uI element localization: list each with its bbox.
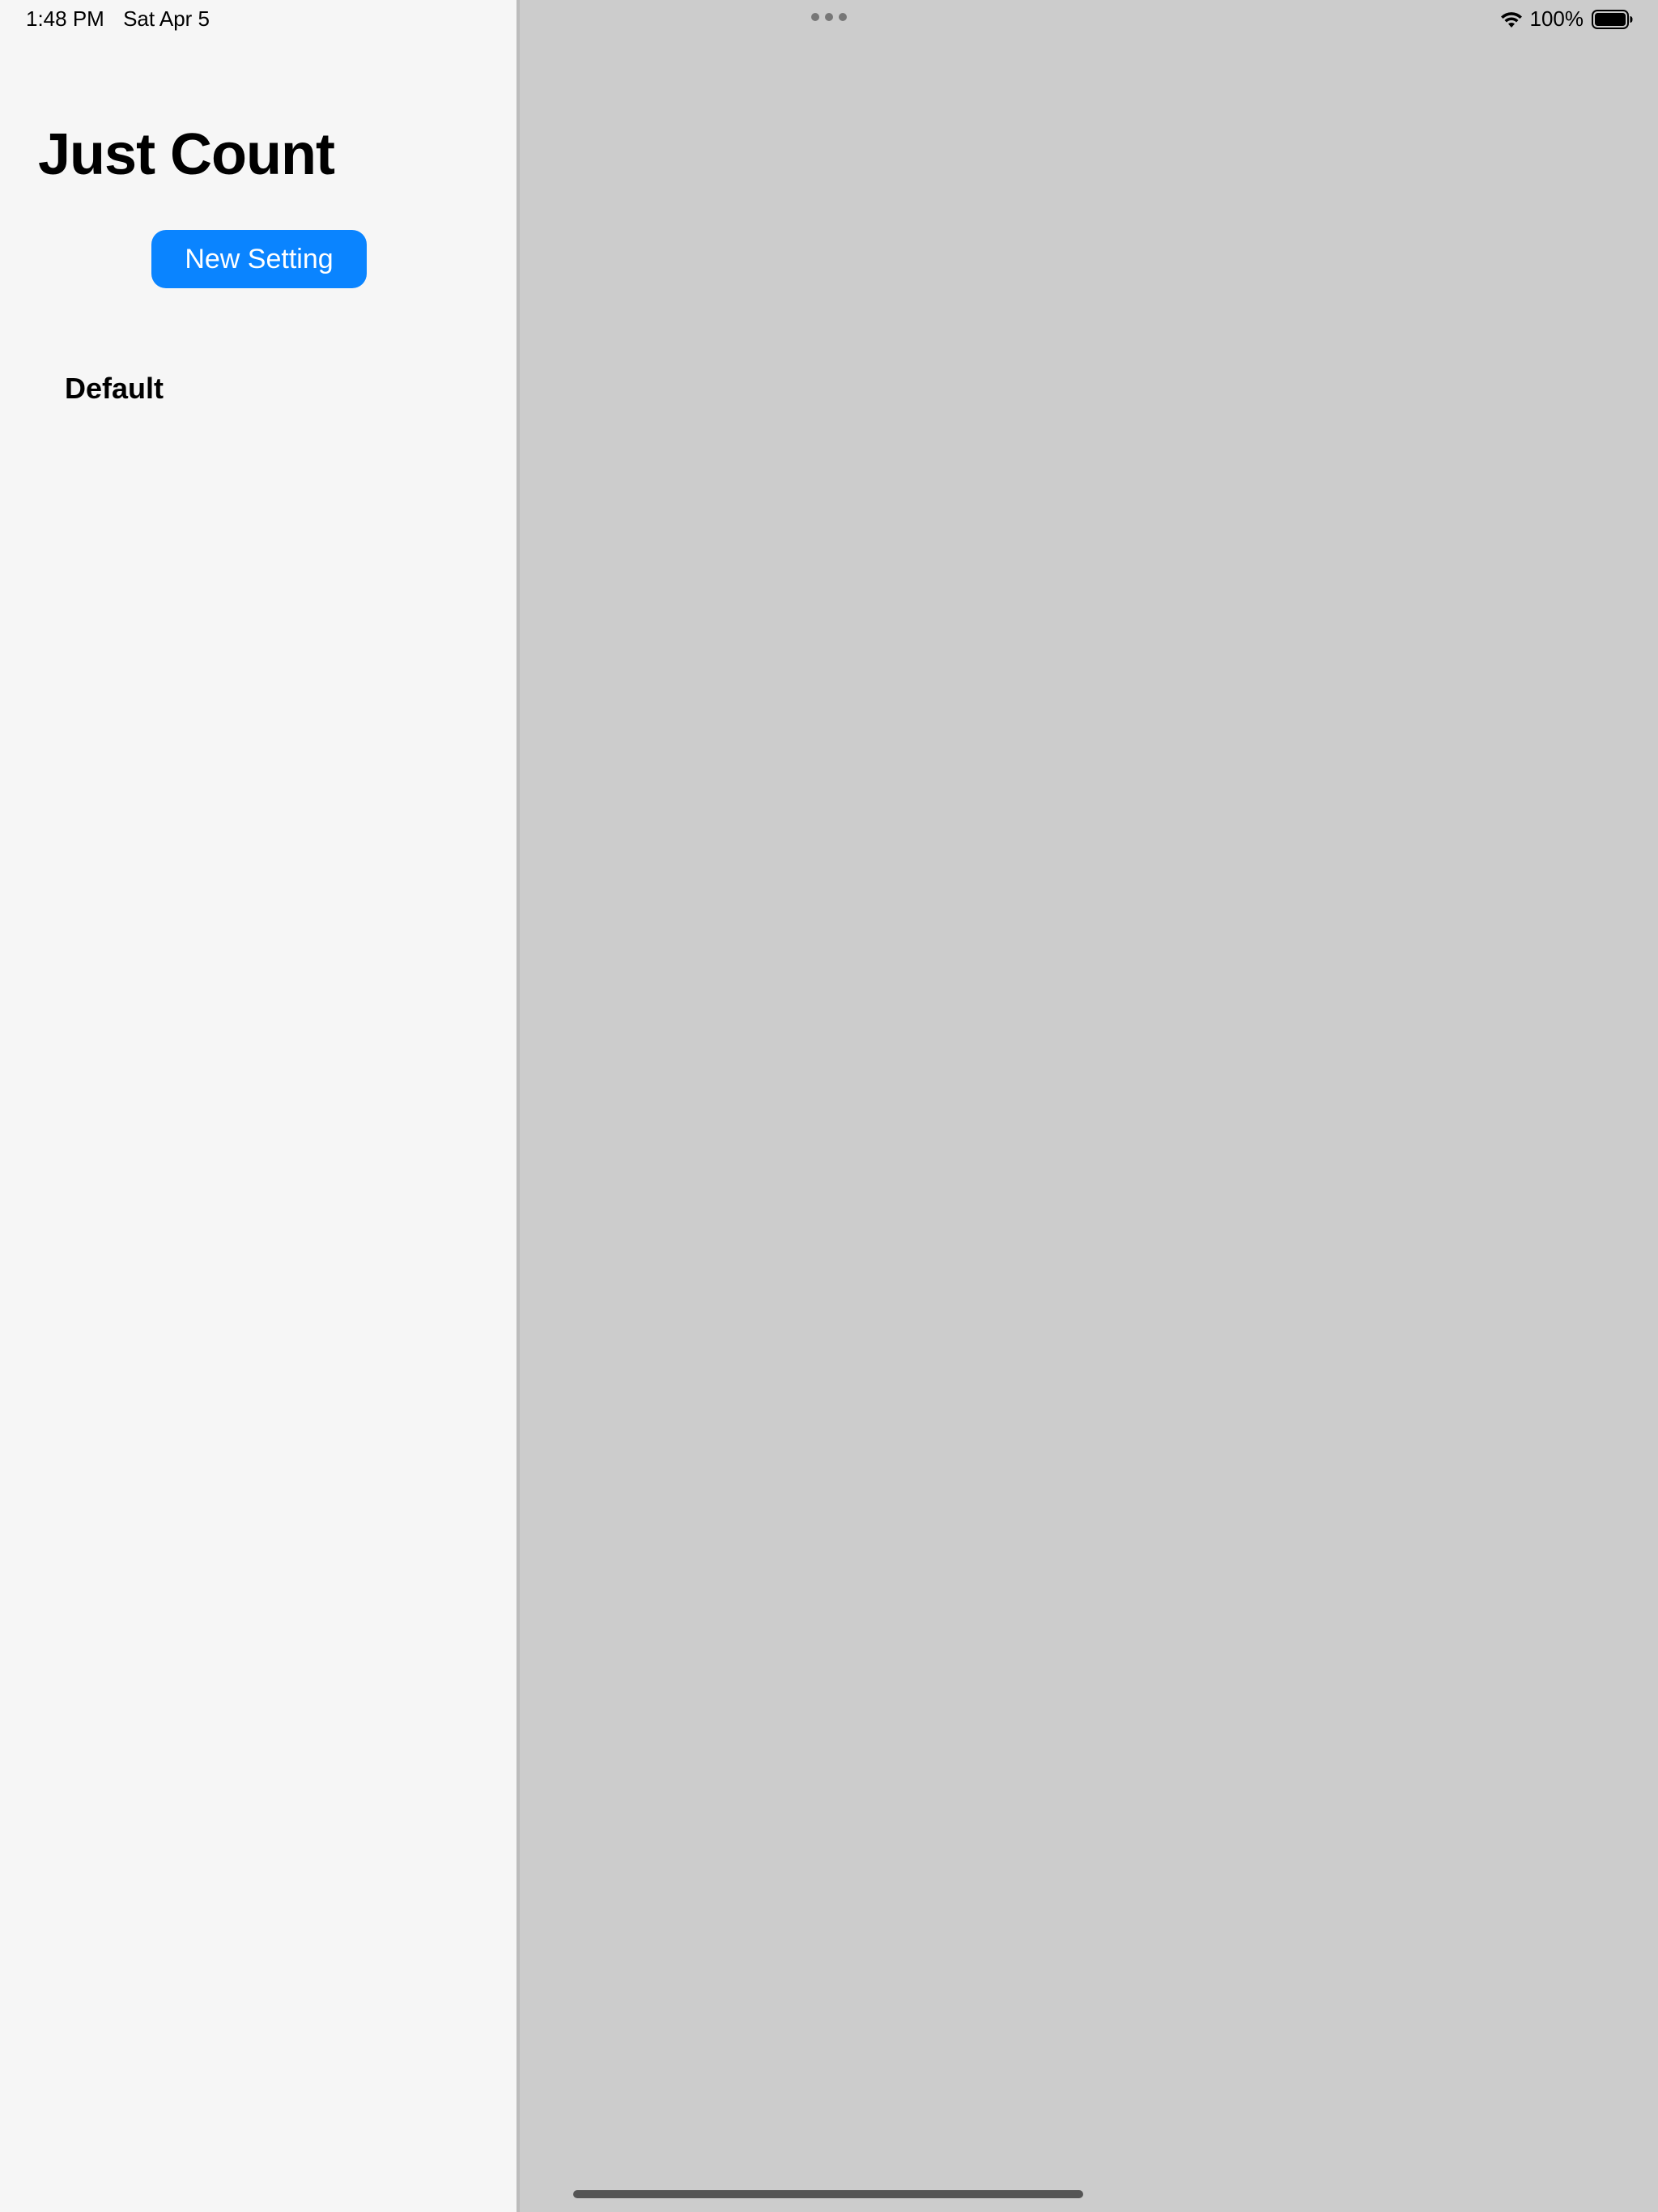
status-bar-left: 1:48 PM Sat Apr 5	[26, 6, 223, 32]
list-item-default[interactable]: Default	[0, 356, 517, 421]
dot-icon	[825, 13, 833, 21]
battery-percent: 100%	[1529, 6, 1584, 31]
multitasking-menu-icon[interactable]	[811, 13, 847, 23]
app-title: Just Count	[38, 122, 335, 187]
dot-icon	[811, 13, 819, 21]
wifi-icon	[1500, 11, 1522, 28]
battery-full-icon	[1592, 9, 1633, 29]
status-bar-right: 100%	[1499, 6, 1635, 32]
sidebar: Just Count New Setting Default	[0, 0, 517, 2212]
settings-list: Default	[0, 356, 517, 421]
status-date: Sat Apr 5	[123, 6, 210, 31]
detail-pane	[520, 0, 1658, 2212]
home-indicator[interactable]	[573, 2190, 1083, 2198]
status-time: 1:48 PM	[26, 6, 104, 31]
ipad-screen: Just Count New Setting Default 1:48 PM S…	[0, 0, 1658, 2212]
dot-icon	[839, 13, 847, 21]
new-setting-button[interactable]: New Setting	[151, 230, 367, 288]
